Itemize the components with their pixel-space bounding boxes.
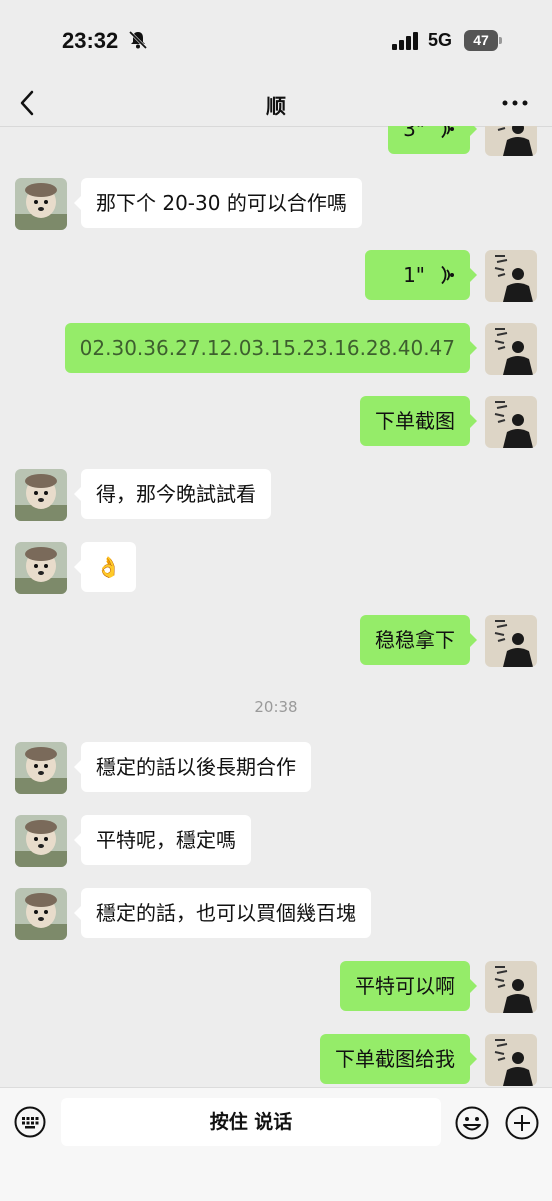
my-avatar[interactable] [485, 615, 537, 667]
voice-wave-icon [441, 265, 454, 285]
incoming-message-bubble[interactable]: 穩定的話，也可以買個幾百塊 [74, 888, 371, 938]
status-time: 23:32 [62, 28, 119, 53]
battery-indicator: 47 [464, 30, 502, 51]
message-row: 平特可以啊 [0, 961, 552, 1015]
message-row: 1" [0, 250, 552, 304]
message-row: 那下个 20-30 的可以合作嗎 [0, 178, 552, 232]
my-avatar[interactable] [485, 1034, 537, 1086]
signal-icon [392, 32, 418, 50]
message-row: 下单截图 [0, 396, 552, 450]
message-row: 3" [0, 126, 552, 158]
emoji-icon[interactable] [455, 1106, 489, 1140]
my-avatar[interactable] [485, 396, 537, 448]
message-row: 平特呢，穩定嗎 [0, 815, 552, 869]
chat-title: 顺 [266, 94, 286, 118]
my-avatar[interactable] [485, 323, 537, 375]
outgoing-message-bubble[interactable]: 下单截图给我 [320, 1034, 477, 1084]
message-row: 穩定的話，也可以買個幾百塊 [0, 888, 552, 942]
my-avatar[interactable] [485, 126, 537, 156]
contact-avatar[interactable] [15, 178, 67, 230]
message-row: 下单截图给我 [0, 1034, 552, 1086]
voice-message-bubble[interactable]: 3" [388, 126, 477, 154]
voice-duration: 1" [403, 263, 425, 287]
message-row: 穩定的話以後長期合作 [0, 742, 552, 796]
contact-avatar[interactable] [15, 815, 67, 867]
network-type: 5G [428, 30, 453, 50]
outgoing-message-bubble[interactable]: 平特可以啊 [340, 961, 477, 1011]
my-avatar[interactable] [485, 961, 537, 1013]
input-bar: 按住 说话 [0, 1087, 552, 1201]
message-timestamp: 20:38 [254, 698, 298, 716]
my-avatar[interactable] [485, 250, 537, 302]
hold-to-talk-button[interactable]: 按住 说话 [61, 1098, 441, 1146]
voice-wave-icon [441, 126, 454, 139]
contact-avatar[interactable] [15, 888, 67, 940]
voice-message-bubble[interactable]: 1" [365, 250, 477, 300]
outgoing-message-bubble[interactable]: 稳稳拿下 [360, 615, 477, 665]
more-options-icon[interactable] [500, 88, 530, 118]
message-row: 👌 [0, 542, 552, 596]
message-row: 稳稳拿下 [0, 615, 552, 669]
message-list[interactable]: 3" 那下个 20-30 的可以合作嗎 1" 02.30.36.27.12.03… [0, 126, 552, 1086]
chat-header: 顺 [0, 82, 552, 127]
contact-avatar[interactable] [15, 742, 67, 794]
contact-avatar[interactable] [15, 469, 67, 521]
outgoing-message-bubble[interactable]: 下单截图 [360, 396, 477, 446]
incoming-message-bubble[interactable]: 得，那今晚試試看 [74, 469, 271, 519]
incoming-message-bubble[interactable]: 👌 [74, 542, 136, 592]
plus-icon[interactable] [505, 1106, 539, 1140]
bell-muted-icon [128, 30, 148, 50]
message-row: 得，那今晚試試看 [0, 469, 552, 523]
outgoing-message-bubble[interactable]: 02.30.36.27.12.03.15.23.16.28.40.47 [64, 323, 478, 373]
incoming-message-bubble[interactable]: 平特呢，穩定嗎 [74, 815, 251, 865]
voice-duration: 3" [403, 126, 425, 141]
keyboard-toggle-icon[interactable] [14, 1106, 46, 1138]
contact-avatar[interactable] [15, 542, 67, 594]
incoming-message-bubble[interactable]: 那下个 20-30 的可以合作嗎 [74, 178, 362, 228]
message-row: 02.30.36.27.12.03.15.23.16.28.40.47 [0, 323, 552, 377]
status-bar: 23:32 5G 47 [0, 0, 552, 82]
incoming-message-bubble[interactable]: 穩定的話以後長期合作 [74, 742, 311, 792]
